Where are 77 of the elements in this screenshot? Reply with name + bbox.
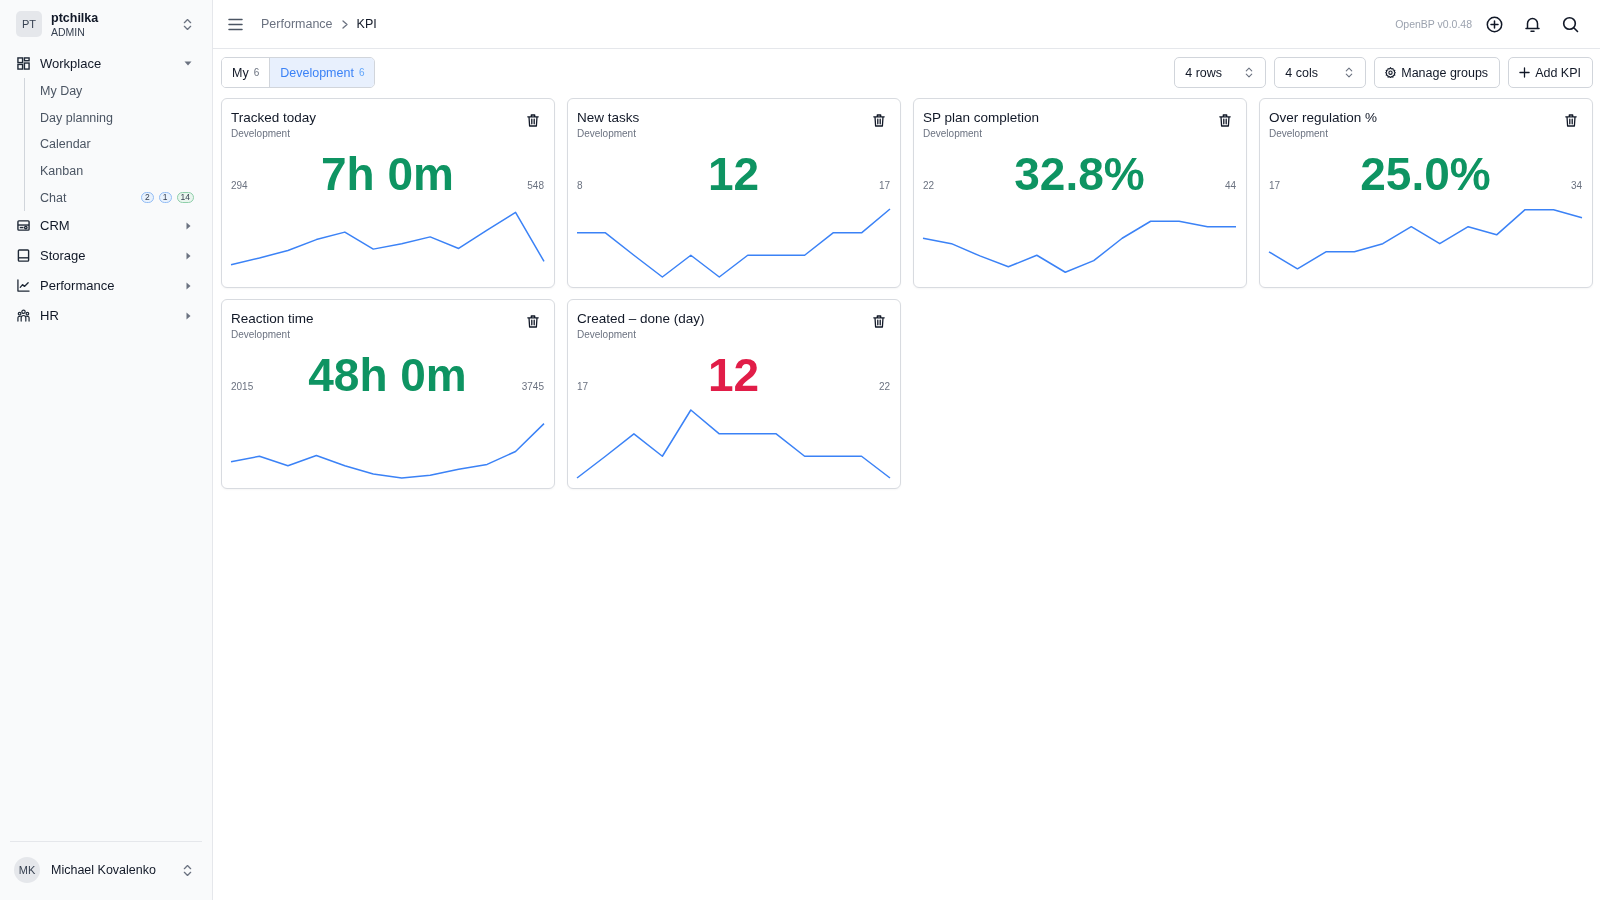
kpi-value: 32.8% [1014, 147, 1145, 201]
nav-item[interactable]: Workplace [0, 48, 212, 78]
nav-subitem[interactable]: Day planning [25, 104, 212, 132]
count-badge: 14 [176, 192, 194, 204]
dropdown[interactable]: 4 rows [1174, 57, 1267, 88]
group-label: Development [1269, 127, 1329, 141]
max-label: 548 [527, 180, 544, 193]
card-title: Tracked today [231, 109, 317, 127]
nav-item[interactable]: Storage [0, 240, 212, 271]
trash-icon[interactable] [527, 315, 539, 328]
line-chart-icon [17, 279, 30, 293]
trash-icon[interactable] [1565, 114, 1577, 127]
nav-subitem[interactable]: My Day [25, 78, 212, 105]
menu-icon[interactable] [228, 17, 243, 31]
chevron-right-icon [341, 19, 348, 29]
card-title: New tasks [577, 109, 640, 127]
kpi-value: 25.0% [1360, 147, 1491, 201]
breadcrumb-link[interactable]: Performance [261, 17, 333, 31]
group-label: Development [923, 127, 983, 141]
user-name: Michael Kovalenko [51, 863, 156, 877]
count-badge: 1 [158, 192, 172, 204]
min-label: 17 [577, 381, 589, 394]
add-button[interactable]: Add KPI [1508, 57, 1593, 88]
trash-icon[interactable] [873, 315, 885, 328]
count-badge: 2 [141, 192, 154, 204]
max-label: 44 [1224, 180, 1236, 193]
kpi-value: 12 [707, 147, 760, 201]
kpi-value: 48h 0m [308, 348, 467, 402]
max-label: 22 [878, 381, 890, 394]
min-label: 22 [923, 180, 935, 193]
trash-icon[interactable] [527, 114, 539, 127]
min-label: 294 [231, 180, 248, 193]
search-icon[interactable] [1562, 15, 1579, 33]
nav-subitem[interactable]: Kanban [25, 157, 212, 185]
updown-chevron-icon [1245, 67, 1254, 78]
trash-icon[interactable] [1219, 114, 1231, 127]
nav-item[interactable]: HR [0, 300, 212, 331]
breadcrumb-link[interactable]: KPI [356, 17, 377, 31]
trash-icon[interactable] [873, 114, 885, 127]
kpi-value: 7h 0m [321, 147, 454, 201]
card-title: SP plan completion [923, 109, 1040, 127]
manage-groups-button[interactable]: Manage groups [1374, 57, 1501, 88]
kpi-value: 12 [707, 348, 760, 402]
bell-icon[interactable] [1524, 15, 1541, 33]
nav-item[interactable]: CRM [0, 210, 212, 241]
plus-circle-icon[interactable] [1486, 15, 1503, 33]
group-label: Development [577, 127, 637, 141]
avatar: PT [16, 11, 42, 37]
card-title: Reaction time [231, 310, 314, 328]
nav-subitem[interactable]: Calendar [25, 131, 212, 158]
group-label: Development [231, 328, 291, 342]
avatar: MK [14, 857, 40, 883]
updown-chevron-icon[interactable] [183, 17, 192, 31]
nav-item[interactable]: Performance [0, 270, 212, 301]
max-label: 34 [1570, 180, 1582, 193]
gear-icon [1385, 67, 1397, 78]
updown-chevron-icon [1345, 67, 1354, 78]
user-role: ADMIN [51, 25, 86, 38]
version-label: OpenBP v0.0.48 [1395, 18, 1472, 30]
card-title: Over regulation % [1269, 109, 1378, 127]
card-title: Created – done (day) [577, 310, 705, 328]
nav-subitem[interactable]: Chat 2 1 14 [25, 184, 212, 211]
min-label: 17 [1269, 180, 1281, 193]
group-label: Development [577, 328, 637, 342]
max-label: 3745 [521, 381, 544, 394]
plus-icon [1519, 67, 1531, 78]
min-label: 2015 [231, 381, 254, 394]
group-label: Development [231, 127, 291, 141]
user-name: ptchilka [51, 10, 99, 25]
id-card-icon [17, 219, 30, 233]
grid-icon [17, 56, 30, 70]
max-label: 17 [878, 180, 890, 193]
people-icon [17, 309, 30, 323]
dropdown[interactable]: 4 cols [1274, 57, 1367, 88]
min-label: 8 [577, 180, 583, 193]
updown-chevron-icon[interactable] [183, 863, 192, 877]
drive-icon [17, 249, 30, 263]
